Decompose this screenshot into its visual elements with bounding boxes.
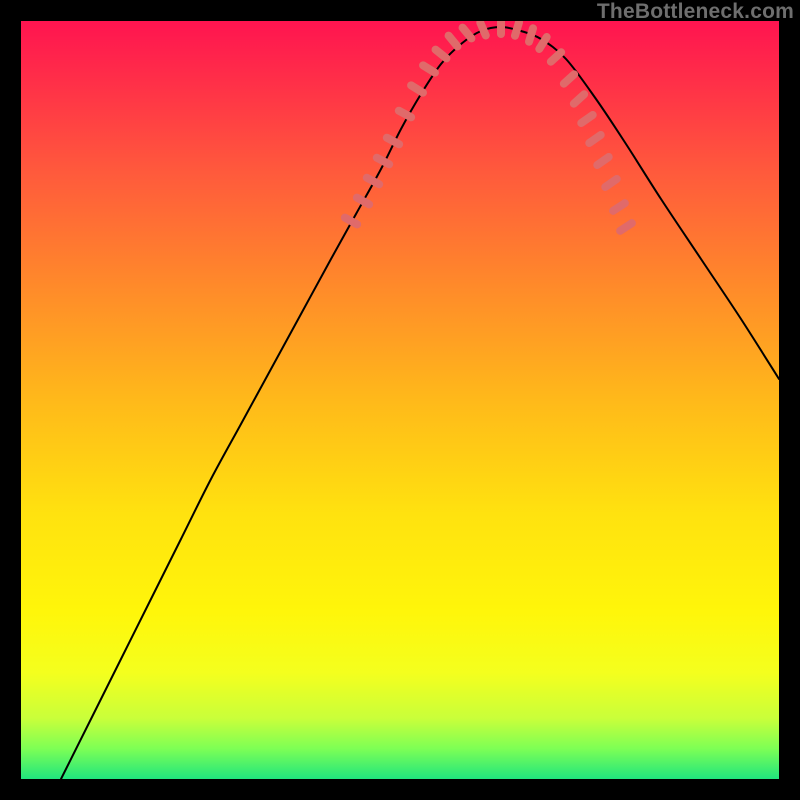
data-marker — [443, 30, 463, 52]
data-marker — [584, 129, 607, 148]
data-marker — [576, 109, 599, 128]
data-markers — [339, 21, 637, 236]
plot-area — [21, 21, 779, 779]
data-marker — [339, 212, 362, 230]
data-marker — [351, 192, 374, 210]
data-marker — [475, 21, 491, 41]
data-marker — [558, 69, 580, 90]
bottleneck-curve — [61, 27, 779, 779]
data-marker — [457, 22, 477, 44]
watermark-text: TheBottleneck.com — [597, 0, 794, 24]
data-marker — [524, 23, 538, 46]
data-marker — [592, 151, 615, 170]
chart-frame — [17, 17, 783, 783]
data-marker — [600, 173, 623, 192]
curve-svg — [21, 21, 779, 779]
data-marker — [568, 89, 590, 110]
data-marker — [361, 172, 384, 189]
data-marker — [534, 32, 552, 55]
data-marker — [615, 218, 638, 237]
data-marker — [608, 198, 631, 217]
data-marker — [497, 21, 505, 38]
